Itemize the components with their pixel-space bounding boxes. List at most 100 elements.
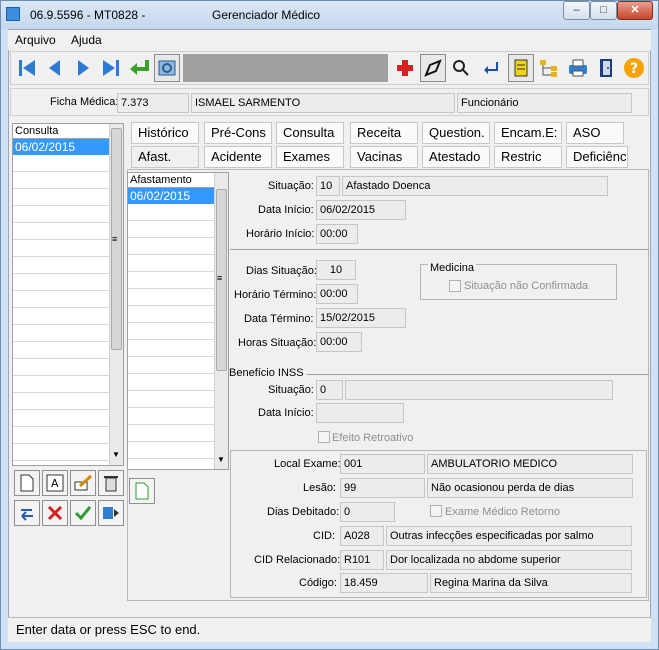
dias-debitado-field[interactable]: 0 bbox=[340, 502, 395, 522]
tree-icon[interactable] bbox=[536, 54, 562, 82]
tab-acidente[interactable]: Acidente bbox=[204, 146, 272, 168]
tab-receita[interactable]: Receita bbox=[350, 122, 418, 144]
confirm-check-icon[interactable] bbox=[70, 500, 96, 526]
afastamento-list-scrollbar[interactable]: ≡ ▼ bbox=[214, 173, 228, 469]
previous-record-icon[interactable] bbox=[42, 54, 68, 82]
tab-exames[interactable]: Exames bbox=[276, 146, 344, 168]
cid-code-field[interactable]: A028 bbox=[340, 526, 384, 546]
inss-title: Benefício INSS bbox=[229, 367, 307, 379]
cancel-x-icon[interactable] bbox=[42, 500, 68, 526]
menu-ajuda[interactable]: Ajuda bbox=[71, 33, 102, 47]
lesao-code-field[interactable]: 99 bbox=[340, 478, 425, 498]
ficha-number-field[interactable]: 7.373 bbox=[117, 93, 189, 113]
cid-relacionado-code-field[interactable]: R101 bbox=[340, 550, 384, 570]
lesao-desc-field[interactable]: Não ocasionou perda de dias bbox=[427, 478, 633, 498]
situacao-nao-confirmada-label: Situação não Confirmada bbox=[464, 280, 589, 292]
tab-encam[interactable]: Encam.E: bbox=[494, 122, 562, 144]
codigo-name-field[interactable]: Regina Marina da Silva bbox=[430, 573, 632, 593]
font-a-icon[interactable]: A bbox=[42, 470, 68, 496]
efeito-retroativo-checkbox[interactable] bbox=[318, 431, 330, 443]
inss-data-inicio-field[interactable] bbox=[316, 403, 404, 423]
consulta-list-scrollbar[interactable]: ≡ ▼ bbox=[109, 124, 123, 465]
search-icon[interactable] bbox=[448, 54, 474, 82]
ficha-name-field[interactable]: ISMAEL SARMENTO bbox=[191, 93, 455, 113]
cid-label: CID: bbox=[313, 530, 335, 542]
list-arrow-icon[interactable] bbox=[98, 500, 124, 526]
situacao-label: Situação: bbox=[268, 180, 314, 192]
tab-afast[interactable]: Afast. bbox=[131, 146, 199, 168]
maximize-button[interactable]: □ bbox=[590, 1, 617, 20]
first-record-icon[interactable] bbox=[14, 54, 40, 82]
menu-arquivo[interactable]: Arquivo bbox=[15, 33, 56, 47]
horas-situacao-field[interactable]: 00:00 bbox=[316, 332, 362, 352]
afastamento-list-header: Afastamento bbox=[128, 173, 228, 188]
pencil-edit-icon[interactable] bbox=[70, 470, 96, 496]
tab-restric[interactable]: Restric bbox=[494, 146, 562, 168]
cid-desc-field[interactable]: Outras infecções especificadas por salmo bbox=[386, 526, 632, 546]
trash-icon[interactable] bbox=[98, 470, 124, 496]
tab-pre-cons[interactable]: Pré-Cons bbox=[204, 122, 272, 144]
window-title-left: 06.9.5596 - MT0828 - bbox=[30, 8, 146, 22]
data-termino-field[interactable]: 15/02/2015 bbox=[316, 308, 406, 328]
codigo-label: Código: bbox=[299, 577, 337, 589]
return-icon[interactable] bbox=[126, 54, 152, 82]
local-exame-desc-field[interactable]: AMBULATORIO MEDICO bbox=[427, 454, 633, 474]
lesao-label: Lesão: bbox=[303, 482, 337, 494]
situacao-code-field[interactable]: 10 bbox=[316, 176, 340, 196]
minimize-button[interactable]: – bbox=[563, 1, 590, 20]
new-document-icon[interactable] bbox=[14, 470, 40, 496]
next-record-icon[interactable] bbox=[70, 54, 96, 82]
cid-relacionado-label: CID Relacionado: bbox=[254, 554, 341, 566]
exame-retorno-checkbox[interactable] bbox=[430, 505, 442, 517]
print-icon[interactable] bbox=[565, 54, 591, 82]
data-inicio-field[interactable]: 06/02/2015 bbox=[316, 200, 406, 220]
tab-deficienc[interactable]: Deficiênc bbox=[566, 146, 628, 168]
consulta-list-item[interactable]: 06/02/2015 bbox=[13, 139, 109, 155]
window-title-right: Gerenciador Médico bbox=[212, 8, 321, 22]
ficha-label: Ficha Médica: bbox=[50, 96, 119, 108]
last-record-icon[interactable] bbox=[98, 54, 124, 82]
add-icon[interactable] bbox=[392, 54, 418, 82]
codigo-field[interactable]: 18.459 bbox=[340, 573, 428, 593]
horas-situacao-label: Horas Situação: bbox=[238, 337, 317, 349]
close-button[interactable]: ✕ bbox=[617, 1, 653, 20]
toolbar-empty-area bbox=[183, 54, 388, 82]
inss-situacao-code-field[interactable]: 0 bbox=[316, 380, 343, 400]
tab-historico[interactable]: Histórico bbox=[131, 122, 199, 144]
afastamento-list-item[interactable]: 06/02/2015 bbox=[128, 188, 214, 204]
svg-text:?: ? bbox=[630, 61, 638, 77]
dias-situacao-label: Dias Situação: bbox=[246, 265, 317, 277]
tab-consulta[interactable]: Consulta bbox=[276, 122, 344, 144]
horario-termino-label: Horário Término: bbox=[234, 289, 317, 301]
section-divider bbox=[230, 249, 649, 250]
inss-data-inicio-label: Data Início: bbox=[258, 407, 314, 419]
ficha-type-field[interactable]: Funcionário bbox=[457, 93, 632, 113]
new-afastamento-icon[interactable] bbox=[129, 478, 155, 504]
svg-text:A: A bbox=[51, 477, 59, 490]
tab-question[interactable]: Question. bbox=[422, 122, 490, 144]
afastamento-list[interactable]: Afastamento 06/02/2015 ≡ ▼ bbox=[127, 172, 229, 470]
inss-situacao-label: Situação: bbox=[268, 384, 314, 396]
local-exame-label: Local Exame: bbox=[274, 458, 341, 470]
menu-bar bbox=[8, 30, 651, 50]
tab-aso[interactable]: ASO bbox=[566, 122, 624, 144]
cid-relacionado-desc-field[interactable]: Dor localizada no abdome superior bbox=[386, 550, 632, 570]
report-icon[interactable] bbox=[508, 54, 534, 82]
efeito-retroativo-label: Efeito Retroativo bbox=[332, 432, 414, 444]
situacao-desc-field[interactable]: Afastado Doenca bbox=[342, 176, 608, 196]
tab-atestado[interactable]: Atestado bbox=[422, 146, 490, 168]
consulta-list[interactable]: Consulta 06/02/2015 ≡ ▼ bbox=[12, 123, 124, 466]
tab-vacinas[interactable]: Vacinas bbox=[350, 146, 418, 168]
enter-icon[interactable] bbox=[478, 54, 504, 82]
horario-inicio-field[interactable]: 00:00 bbox=[316, 224, 358, 244]
local-exame-code-field[interactable]: 001 bbox=[340, 454, 425, 474]
help-icon[interactable]: ? bbox=[621, 54, 647, 82]
situacao-nao-confirmada-checkbox[interactable] bbox=[449, 280, 461, 292]
dias-situacao-field[interactable]: 10 bbox=[316, 260, 356, 280]
preview-icon[interactable] bbox=[154, 54, 180, 82]
horario-termino-field[interactable]: 00:00 bbox=[316, 284, 358, 304]
edit-pen-icon[interactable] bbox=[420, 54, 446, 82]
exit-door-icon[interactable] bbox=[593, 54, 619, 82]
inss-situacao-desc-field[interactable] bbox=[345, 380, 613, 400]
undo-icon[interactable] bbox=[14, 500, 40, 526]
